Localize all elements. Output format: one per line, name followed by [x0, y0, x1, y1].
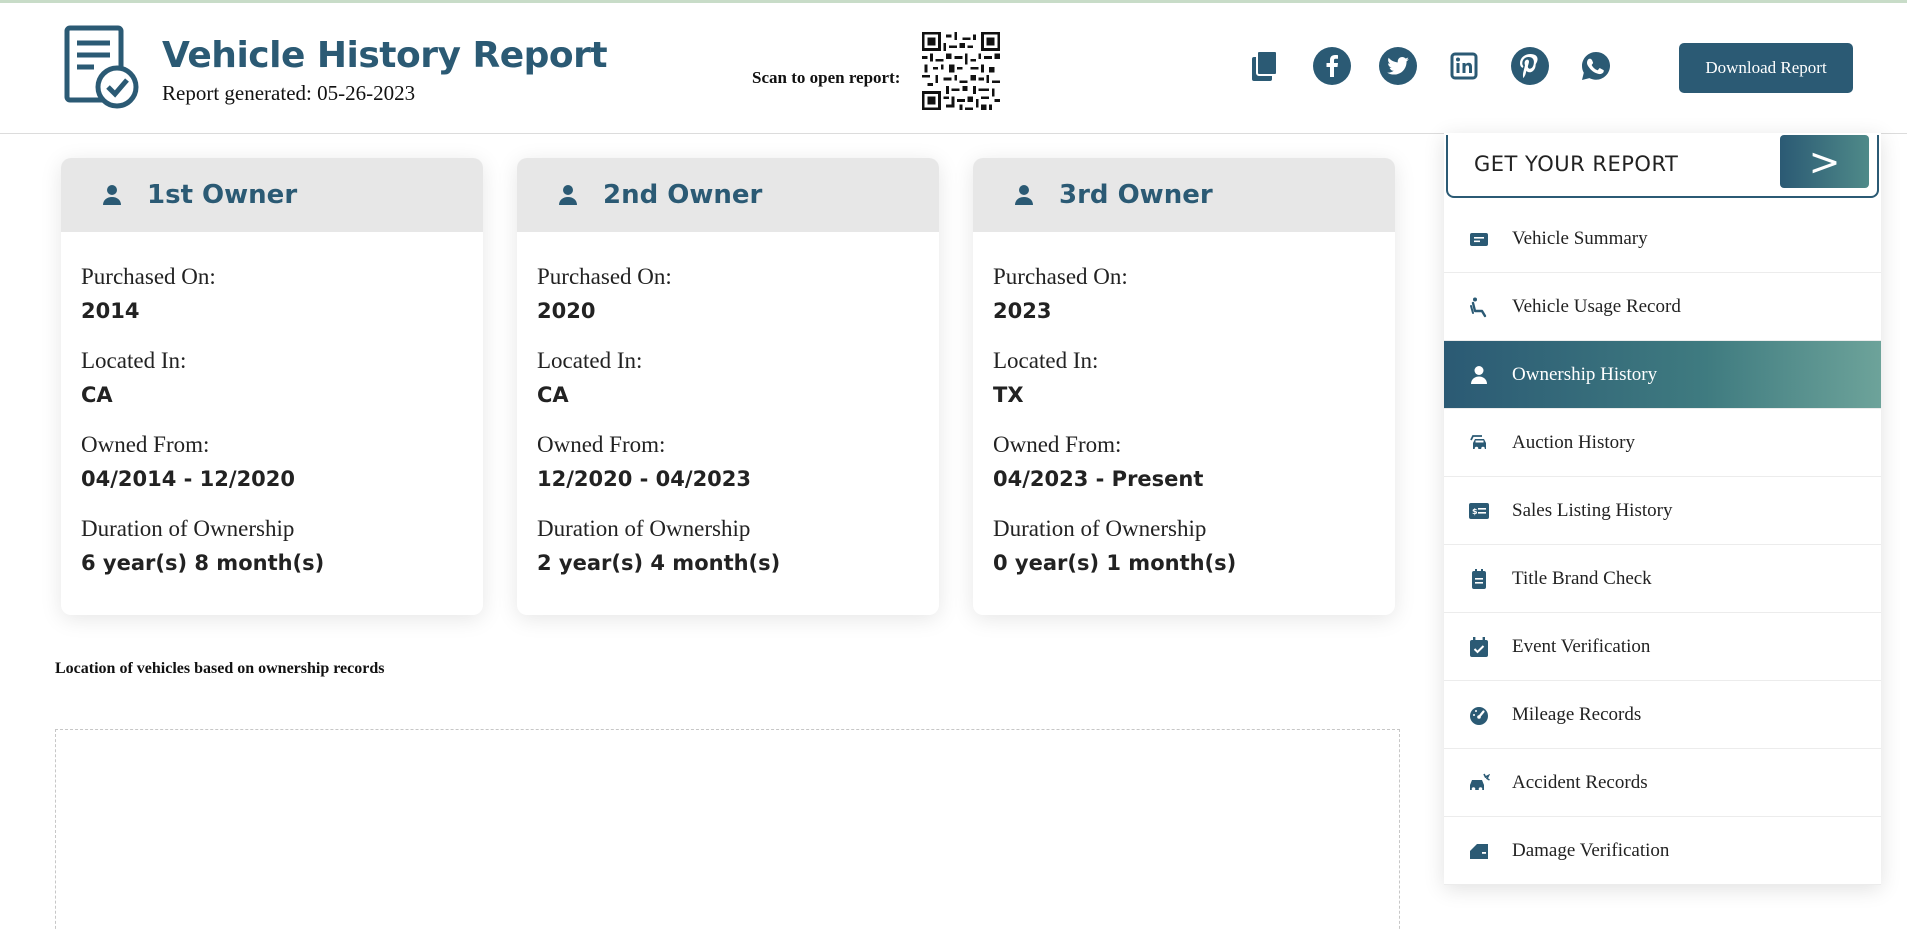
speedometer-icon [1470, 706, 1488, 725]
purchased-value: 2014 [81, 299, 140, 323]
report-sidebar: GET YOUR REPORT > Vehicle Summary Vehicl… [1444, 133, 1881, 885]
sidebar-item-vehicle-usage-record[interactable]: Vehicle Usage Record [1444, 273, 1881, 341]
pinterest-icon[interactable] [1511, 47, 1549, 85]
download-report-button[interactable]: Download Report [1679, 43, 1853, 93]
copy-icon[interactable] [1246, 47, 1284, 85]
located-label: Located In: [81, 348, 187, 373]
map-caption: Location of vehicles based on ownership … [55, 660, 385, 677]
duration-label: Duration of Ownership [993, 516, 1207, 541]
person-icon [1015, 185, 1033, 205]
car-stack-icon [1470, 434, 1486, 450]
whatsapp-icon[interactable] [1577, 47, 1615, 85]
sidebar-item-label: Sales Listing History [1512, 499, 1673, 521]
sidebar-item-mileage-records[interactable]: Mileage Records [1444, 681, 1881, 749]
report-check-icon [64, 25, 139, 109]
owned-label: Owned From: [81, 432, 210, 457]
owner-card-header: 2nd Owner [517, 158, 939, 232]
located-value: CA [81, 383, 113, 407]
report-generated-date: Report generated: 05-26-2023 [162, 81, 416, 105]
owner-card: 1st Owner Purchased On: 2014 Located In:… [61, 158, 483, 615]
sidebar-item-label: Vehicle Usage Record [1512, 295, 1681, 317]
linkedin-icon[interactable] [1445, 47, 1483, 85]
get-report-arrow-button[interactable]: > [1780, 135, 1869, 188]
sidebar-item-label: Vehicle Summary [1512, 227, 1648, 249]
purchased-value: 2020 [537, 299, 596, 323]
get-your-report-bar[interactable]: GET YOUR REPORT > [1446, 135, 1879, 198]
sidebar-item-label: Title Brand Check [1512, 567, 1652, 589]
summary-icon [1470, 232, 1488, 246]
person-icon [1471, 365, 1487, 384]
sidebar-item-ownership-history[interactable]: Ownership History [1444, 341, 1881, 409]
sidebar-item-vehicle-summary[interactable]: Vehicle Summary [1444, 205, 1881, 273]
purchased-label: Purchased On: [993, 264, 1128, 289]
car-door-icon [1470, 843, 1488, 859]
owner-title: 2nd Owner [603, 180, 763, 210]
duration-value: 0 year(s) 1 month(s) [993, 551, 1237, 575]
duration-label: Duration of Ownership [537, 516, 751, 541]
twitter-icon[interactable] [1379, 47, 1417, 85]
sidebar-item-label: Ownership History [1512, 363, 1658, 385]
qr-code-icon[interactable] [922, 32, 1000, 110]
located-label: Located In: [993, 348, 1099, 373]
owned-label: Owned From: [993, 432, 1122, 457]
duration-value: 2 year(s) 4 month(s) [537, 551, 781, 575]
duration-label: Duration of Ownership [81, 516, 295, 541]
sidebar-item-label: Mileage Records [1512, 703, 1642, 725]
owner-card: 3rd Owner Purchased On: 2023 Located In:… [973, 158, 1395, 615]
owner-card-header: 3rd Owner [973, 158, 1395, 232]
owned-value: 04/2014 - 12/2020 [81, 467, 296, 491]
person-icon [103, 185, 121, 205]
sidebar-nav: Vehicle Summary Vehicle Usage Record Own… [1444, 205, 1881, 885]
sidebar-item-label: Accident Records [1512, 771, 1648, 793]
owner-title: 1st Owner [147, 180, 298, 210]
report-header: Vehicle History Report Report generated:… [0, 3, 1907, 134]
seat-icon [1470, 297, 1487, 317]
sidebar-item-label: Event Verification [1512, 635, 1651, 657]
owner-title: 3rd Owner [1059, 180, 1213, 210]
svg-text:$: $ [1472, 507, 1478, 516]
sidebar-item-label: Auction History [1512, 431, 1635, 453]
sidebar-item-auction-history[interactable]: Auction History [1444, 409, 1881, 477]
located-label: Located In: [537, 348, 643, 373]
purchased-value: 2023 [993, 299, 1052, 323]
owned-value: 04/2023 - Present [993, 467, 1204, 491]
sidebar-item-label: Damage Verification [1512, 839, 1670, 861]
owner-card-header: 1st Owner [61, 158, 483, 232]
document-icon [1472, 568, 1486, 589]
located-value: CA [537, 383, 569, 407]
sidebar-item-title-brand-check[interactable]: Title Brand Check [1444, 545, 1881, 613]
owner-card: 2nd Owner Purchased On: 2020 Located In:… [517, 158, 939, 615]
owned-value: 12/2020 - 04/2023 [537, 467, 752, 491]
calendar-check-icon [1470, 636, 1488, 657]
located-value: TX [993, 383, 1024, 407]
sidebar-item-event-verification[interactable]: Event Verification [1444, 613, 1881, 681]
price-tag-icon: $ [1469, 502, 1489, 519]
sidebar-item-damage-verification[interactable]: Damage Verification [1444, 817, 1881, 885]
sidebar-item-sales-listing-history[interactable]: $ Sales Listing History [1444, 477, 1881, 545]
ownership-location-map[interactable] [55, 729, 1400, 931]
purchased-label: Purchased On: [81, 264, 216, 289]
owned-label: Owned From: [537, 432, 666, 457]
person-icon [559, 185, 577, 205]
purchased-label: Purchased On: [537, 264, 672, 289]
duration-value: 6 year(s) 8 month(s) [81, 551, 325, 575]
scan-label: Scan to open report: [752, 68, 901, 87]
get-report-label: GET YOUR REPORT [1474, 152, 1679, 176]
sidebar-item-accident-records[interactable]: Accident Records [1444, 749, 1881, 817]
car-crash-icon [1470, 773, 1490, 791]
page-title: Vehicle History Report [162, 35, 608, 76]
facebook-icon[interactable] [1313, 47, 1351, 85]
